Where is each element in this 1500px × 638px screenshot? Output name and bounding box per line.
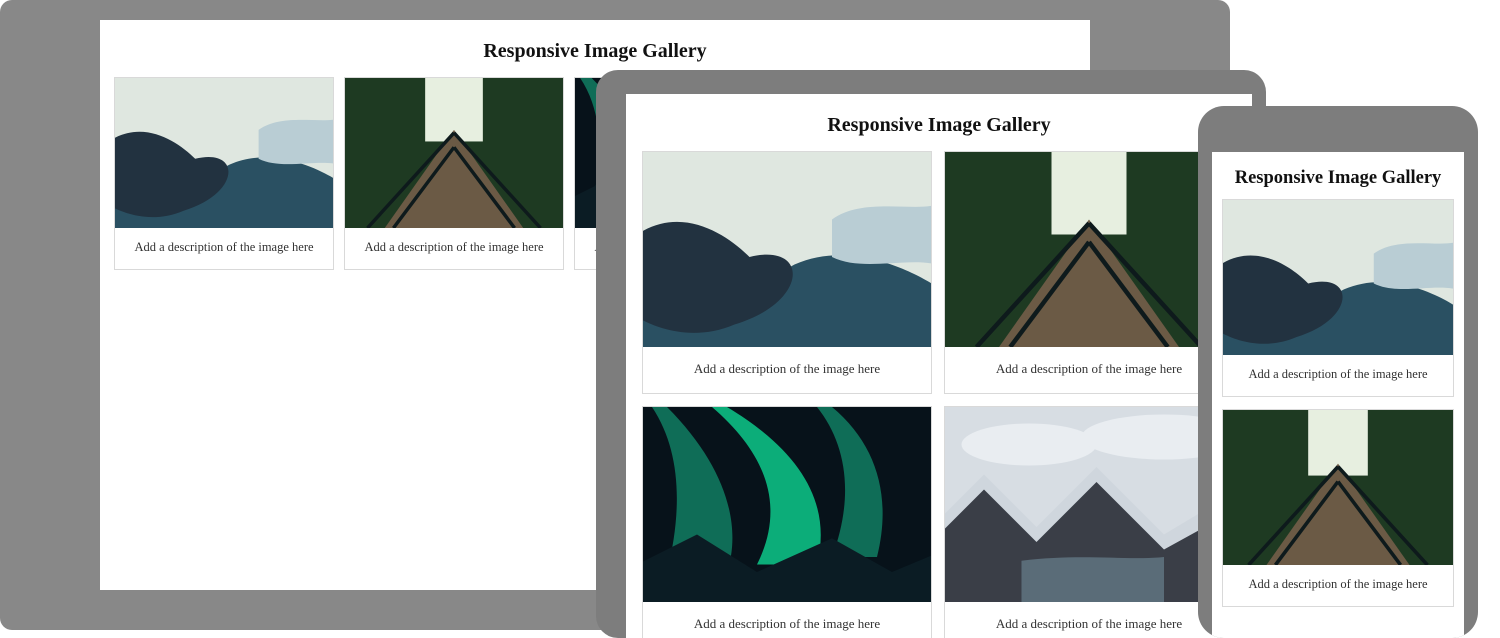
phone-device-frame: Responsive Image Gallery Add a descripti… xyxy=(1198,106,1478,638)
tablet-device-frame: Responsive Image Gallery Add a descripti… xyxy=(596,70,1266,638)
cliff-image xyxy=(115,78,333,228)
gallery-card[interactable]: Add a description of the image here xyxy=(1222,199,1454,397)
gallery-card[interactable]: Add a description of the image here xyxy=(642,151,932,394)
bridge-image xyxy=(345,78,563,228)
gallery-card[interactable]: Add a description of the image here xyxy=(1222,409,1454,607)
cliff-image xyxy=(1223,200,1453,355)
gallery-caption: Add a description of the image here xyxy=(643,602,931,638)
gallery-caption: Add a description of the image here xyxy=(643,347,931,393)
bridge-image xyxy=(1223,410,1453,565)
gallery-caption: Add a description of the image here xyxy=(115,228,333,269)
gallery-grid: Add a description of the image here Add … xyxy=(626,151,1252,638)
tablet-screen: Responsive Image Gallery Add a descripti… xyxy=(626,94,1252,638)
gallery-card[interactable]: Add a description of the image here xyxy=(944,406,1234,638)
bridge-image xyxy=(945,152,1233,347)
page-title: Responsive Image Gallery xyxy=(626,94,1252,151)
gallery-grid: Add a description of the image here Add … xyxy=(1212,199,1464,607)
gallery-caption: Add a description of the image here xyxy=(1223,565,1453,606)
gallery-card[interactable]: Add a description of the image here xyxy=(642,406,932,638)
gallery-caption: Add a description of the image here xyxy=(945,602,1233,638)
cliff-image xyxy=(643,152,931,347)
page-title: Responsive Image Gallery xyxy=(100,20,1090,77)
gallery-card[interactable]: Add a description of the image here xyxy=(344,77,564,270)
aurora-image xyxy=(643,407,931,602)
gallery-caption: Add a description of the image here xyxy=(345,228,563,269)
gallery-card[interactable]: Add a description of the image here xyxy=(114,77,334,270)
gallery-caption: Add a description of the image here xyxy=(1223,355,1453,396)
gallery-caption: Add a description of the image here xyxy=(945,347,1233,393)
page-title: Responsive Image Gallery xyxy=(1212,152,1464,199)
phone-screen: Responsive Image Gallery Add a descripti… xyxy=(1212,152,1464,638)
gallery-card[interactable]: Add a description of the image here xyxy=(944,151,1234,394)
mountain-image xyxy=(945,407,1233,602)
